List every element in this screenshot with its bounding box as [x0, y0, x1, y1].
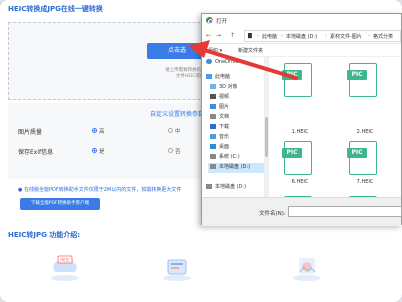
- nav-item-label: 3D 对象: [219, 84, 238, 90]
- nav-item-label: 本地磁盘 (D:): [219, 164, 251, 170]
- navigation-pane: OneDrive 此电脑 3D 对象 视频 图片 文档 下载 音乐 桌面 系统 …: [202, 57, 265, 197]
- intro-title: HEIC转JPG 功能介绍:: [8, 231, 81, 239]
- filename-label: 文件名(N):: [259, 211, 286, 217]
- quality-high-label: 高: [99, 129, 105, 135]
- nav-item-onedrive[interactable]: OneDrive: [206, 59, 239, 69]
- nav-item-pictures[interactable]: 图片: [210, 103, 229, 113]
- download-icon: [210, 124, 216, 129]
- download-client-button[interactable]: 下载全能PDF转换助手客户端: [20, 198, 100, 210]
- nav-item-drive-c[interactable]: 系统 (C:): [210, 153, 240, 163]
- address-bar[interactable]: ▇ › 此电脑 › 本地磁盘 (D:) › 素材文件-图片 › 格式分类: [244, 30, 401, 42]
- breadcrumb-item[interactable]: 此电脑: [262, 33, 277, 40]
- nav-item-label: 桌面: [219, 144, 230, 150]
- file-item[interactable]: PIC1.HEIC: [280, 87, 320, 139]
- breadcrumb-item[interactable]: 素材文件-图片: [330, 33, 362, 40]
- nav-item-label: 图片: [219, 104, 230, 110]
- dialog-toolbar: 组织 ▾ 新建文件夹: [202, 45, 401, 57]
- nav-item-downloads[interactable]: 下载: [210, 123, 229, 133]
- nav-scrollbar-thumb[interactable]: [265, 117, 268, 157]
- nav-item-label: 此电脑: [215, 74, 231, 80]
- nav-item-label: 文档: [219, 114, 230, 120]
- file-open-dialog: 打开 ← → ↑ ▇ › 此电脑 › 本地磁盘 (D:) › 素材文件-图片 ›…: [201, 13, 402, 226]
- file-type-label: PIC: [347, 148, 367, 158]
- promo-text: ● 在线版全能PDF转换助手文件仅限于2M以内的文件，如需转换更大文件: [18, 187, 182, 193]
- back-button[interactable]: ←: [206, 32, 211, 39]
- file-type-label: PIC: [347, 70, 367, 80]
- nav-item-desktop[interactable]: 桌面: [210, 143, 229, 153]
- address-row: ← → ↑ ▇ › 此电脑 › 本地磁盘 (D:) › 素材文件-图片 › 格式…: [202, 28, 401, 44]
- pic-file-icon: PIC: [282, 141, 312, 175]
- nav-item-label: 音乐: [219, 134, 230, 140]
- nav-item-drive-d-2[interactable]: 本地磁盘 (D:): [206, 183, 246, 193]
- breadcrumb-item[interactable]: 本地磁盘 (D:): [286, 33, 317, 40]
- quality-medium-label: 中: [175, 129, 181, 135]
- image-settings-icon: [293, 258, 321, 281]
- file-type-label: PIC: [282, 70, 302, 80]
- nav-item-documents[interactable]: 文档: [210, 113, 229, 123]
- breadcrumb-sep: ›: [281, 33, 283, 39]
- nav-item-label: 视频: [219, 94, 230, 100]
- filename-input[interactable]: [288, 206, 402, 217]
- nav-item-label: OneDrive: [215, 59, 239, 65]
- exif-no-label: 否: [175, 149, 181, 155]
- desktop-icon: [210, 144, 216, 149]
- file-name: 2.HEIC: [356, 129, 374, 135]
- cube-icon: [210, 84, 216, 89]
- file-item[interactable]: PIC 6.HEIC: [280, 137, 320, 189]
- file-type-label: PIC: [282, 148, 302, 158]
- dialog-footer: 文件名(N):: [202, 197, 402, 226]
- breadcrumb-item[interactable]: 格式分类: [373, 33, 393, 40]
- file-item[interactable]: PIC 7.HEIC: [345, 137, 385, 189]
- quality-high-radio[interactable]: [92, 128, 97, 133]
- file-name: 1.HEIC: [291, 129, 309, 135]
- nav-item-label: 本地磁盘 (D:): [215, 184, 247, 190]
- computer-icon: [206, 74, 212, 79]
- organize-menu[interactable]: 组织 ▾: [208, 47, 222, 54]
- nav-scrollbar[interactable]: [264, 57, 269, 197]
- upload-button[interactable]: 点击选: [147, 43, 207, 59]
- chrome-icon: [206, 17, 213, 24]
- document-convert-icon: [163, 259, 191, 281]
- drive-icon: [210, 154, 216, 159]
- image-icon: [210, 104, 216, 109]
- music-icon: [210, 134, 216, 139]
- file-item[interactable]: PIC2.HEIC: [345, 87, 385, 139]
- heic-cloud-icon: HEIC: [51, 255, 79, 281]
- forward-button[interactable]: →: [216, 32, 221, 39]
- heic-badge-text: HEIC: [60, 257, 70, 262]
- nav-item-this-pc[interactable]: 此电脑: [206, 73, 230, 83]
- exif-label: 保存Exif信息: [18, 149, 54, 156]
- page-title: HEIC转换成JPG在线一键转换: [8, 5, 103, 13]
- breadcrumb-sep: ›: [257, 33, 259, 39]
- nav-item-label: 下载: [219, 124, 230, 130]
- quality-medium-radio[interactable]: [168, 128, 173, 133]
- nav-item-3d[interactable]: 3D 对象: [210, 83, 238, 93]
- exif-no-radio[interactable]: [168, 148, 173, 153]
- document-icon: [210, 114, 216, 119]
- breadcrumb-sep: ›: [368, 33, 370, 39]
- nav-item-drive-d[interactable]: 本地磁盘 (D:): [208, 163, 265, 173]
- video-icon: [210, 94, 216, 99]
- file-name: 7.HEIC: [356, 179, 374, 185]
- drive-icon: [210, 164, 216, 169]
- pic-file-icon: PIC: [347, 141, 377, 175]
- settings-title: 自定义设置转换参数: [150, 111, 205, 118]
- nav-item-label: 系统 (C:): [219, 154, 240, 160]
- cloud-icon: [206, 59, 212, 64]
- breadcrumb-sep: ›: [325, 33, 327, 39]
- dialog-titlebar: 打开: [202, 14, 401, 28]
- quality-label: 图片质量: [18, 129, 43, 136]
- new-folder-button[interactable]: 新建文件夹: [238, 47, 263, 54]
- dialog-title: 打开: [216, 19, 228, 25]
- exif-yes-radio[interactable]: [92, 148, 97, 153]
- promo-text-content: 在线版全能PDF转换助手文件仅限于2M以内的文件，如需转换更大文件: [23, 187, 182, 193]
- drive-icon: [206, 184, 212, 189]
- up-button[interactable]: ↑: [230, 32, 235, 39]
- nav-item-video[interactable]: 视频: [210, 93, 229, 103]
- exif-yes-label: 是: [99, 149, 105, 155]
- nav-item-music[interactable]: 音乐: [210, 133, 229, 143]
- file-name: 6.HEIC: [291, 179, 309, 185]
- file-list: PIC PIC PIC1.HEIC PIC2.HEIC PIC6.HEIC PI…: [270, 57, 402, 197]
- folder-icon: ▇: [248, 33, 252, 39]
